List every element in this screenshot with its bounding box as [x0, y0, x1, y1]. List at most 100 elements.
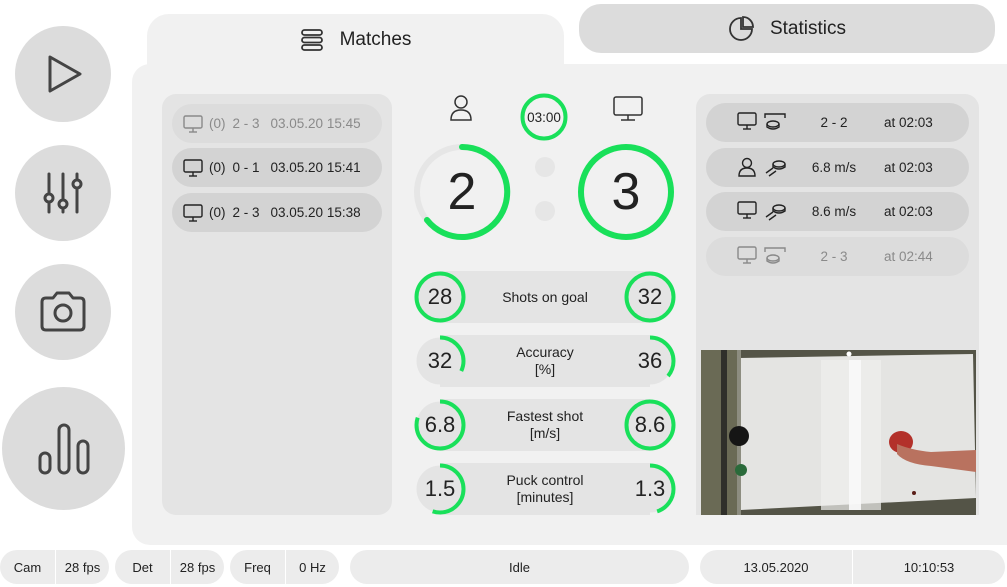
stat-player-number: 28 [427, 284, 453, 309]
status-cam-label: Cam [13, 559, 42, 575]
stat-player-value: 6.8 [414, 399, 466, 451]
match-datetime: 03.05.20 15:38 [270, 205, 361, 220]
status-state-value: Idle [509, 559, 530, 575]
event-item[interactable]: 2 - 2 at 02:03 [706, 103, 969, 142]
status-freq-value: 0 Hz [299, 559, 326, 575]
tab-matches-label: Matches [339, 29, 412, 50]
event-item[interactable]: 6.8 m/s at 02:03 [706, 148, 969, 187]
stat-row-fastest-shot: Fastest shot [m/s] 6.8 8.6 [414, 399, 676, 451]
stat-computer-value: 1.3 [624, 463, 676, 515]
event-value: 6.8 m/s [811, 160, 857, 175]
bar-chart-icon [38, 423, 89, 474]
sliders-icon [43, 172, 83, 214]
status-cam-value: 28 fps [64, 559, 101, 575]
status-datetime: 13.05.2020 10:10:53 [700, 550, 1005, 584]
monitor-icon [737, 201, 757, 222]
status-date: 13.05.2020 [743, 559, 809, 575]
status-det-value: 28 fps [179, 559, 216, 575]
match-score: 0 - 1 [232, 160, 260, 175]
play-icon [48, 55, 82, 93]
monitor-icon [737, 246, 757, 267]
status-time: 10:10:53 [903, 559, 955, 575]
match-datetime: 03.05.20 15:41 [270, 160, 361, 175]
player-score: 2 [413, 143, 511, 241]
stat-computer-number: 32 [637, 284, 663, 309]
settings-button[interactable] [15, 145, 111, 241]
shot-icon [764, 201, 788, 224]
stat-computer-number: 36 [637, 348, 663, 373]
status-det: Det 28 fps [115, 550, 224, 584]
stat-computer-number: 1.3 [634, 476, 666, 501]
stat-computer-value: 32 [624, 271, 676, 323]
timer-value: 03:00 [527, 109, 561, 125]
status-cam: Cam 28 fps [0, 550, 109, 584]
monitor-icon [183, 114, 203, 133]
player-icon [449, 94, 473, 127]
event-time: at 02:03 [884, 160, 933, 175]
stat-label: Accuracy [516, 344, 574, 360]
stat-player-number: 6.8 [424, 412, 456, 437]
event-value: 2 - 3 [820, 249, 848, 264]
match-id: (0) [209, 205, 226, 220]
goal-icon [764, 246, 786, 269]
stat-unit: [minutes] [516, 489, 574, 505]
matches-list: (0) 2 - 3 03.05.20 15:45 (0) 0 - 1 03.05… [162, 94, 392, 515]
pie-chart-icon [729, 15, 754, 41]
computer-icon [613, 96, 643, 127]
stat-row-shots: Shots on goal 28 32 [414, 271, 676, 323]
computer-score-value: 3 [611, 163, 641, 221]
match-item[interactable]: (0) 2 - 3 03.05.20 15:45 [172, 104, 382, 143]
stat-unit: [m/s] [529, 425, 561, 441]
play-button[interactable] [15, 26, 111, 122]
match-score: 2 - 3 [232, 116, 260, 131]
tab-statistics-label: Statistics [769, 17, 847, 39]
monitor-icon [737, 112, 757, 133]
shot-icon [764, 157, 788, 180]
stat-player-value: 1.5 [414, 463, 466, 515]
stat-player-number: 1.5 [424, 476, 456, 501]
stat-player-value: 32 [414, 335, 466, 387]
goal-icon [764, 112, 786, 135]
user-icon [738, 157, 756, 180]
status-det-label: Det [132, 559, 153, 575]
stat-computer-value: 8.6 [624, 399, 676, 451]
match-id: (0) [209, 116, 226, 131]
event-item[interactable]: 8.6 m/s at 02:03 [706, 192, 969, 231]
computer-score: 3 [577, 143, 675, 241]
stat-row-accuracy: Accuracy [%] 32 36 [414, 335, 676, 387]
event-item[interactable]: 2 - 3 at 02:44 [706, 237, 969, 276]
match-id: (0) [209, 160, 226, 175]
event-time: at 02:03 [884, 115, 933, 130]
status-freq: Freq 0 Hz [230, 550, 339, 584]
event-value: 2 - 2 [820, 115, 848, 130]
indicator-dot [535, 157, 555, 177]
stat-label: Shots on goal [502, 288, 588, 305]
indicator-dot [535, 201, 555, 221]
event-time: at 02:44 [884, 249, 933, 264]
stat-label: Puck control [506, 472, 584, 488]
event-value: 8.6 m/s [811, 204, 857, 219]
stat-player-number: 32 [427, 348, 453, 373]
stat-player-value: 28 [414, 271, 466, 323]
list-icon [300, 29, 323, 51]
status-freq-label: Freq [244, 559, 271, 575]
camera-button[interactable] [15, 264, 111, 360]
stat-unit: [%] [534, 361, 556, 377]
monitor-icon [183, 203, 203, 222]
match-item[interactable]: (0) 0 - 1 03.05.20 15:41 [172, 148, 382, 187]
event-time: at 02:03 [884, 204, 933, 219]
statistics-nav-button[interactable] [2, 387, 125, 510]
camera-feed [701, 350, 976, 515]
tab-statistics[interactable]: Statistics [579, 4, 995, 53]
monitor-icon [183, 158, 203, 177]
stat-computer-value: 36 [624, 335, 676, 387]
match-item[interactable]: (0) 2 - 3 03.05.20 15:38 [172, 193, 382, 232]
stat-computer-number: 8.6 [634, 412, 666, 437]
match-score: 2 - 3 [232, 205, 260, 220]
camera-icon [40, 291, 86, 332]
match-timer: 03:00 [520, 93, 568, 141]
player-score-value: 2 [447, 163, 477, 221]
stat-row-puck-control: Puck control [minutes] 1.5 1.3 [414, 463, 676, 515]
match-datetime: 03.05.20 15:45 [270, 116, 361, 131]
stat-label: Fastest shot [506, 408, 584, 424]
